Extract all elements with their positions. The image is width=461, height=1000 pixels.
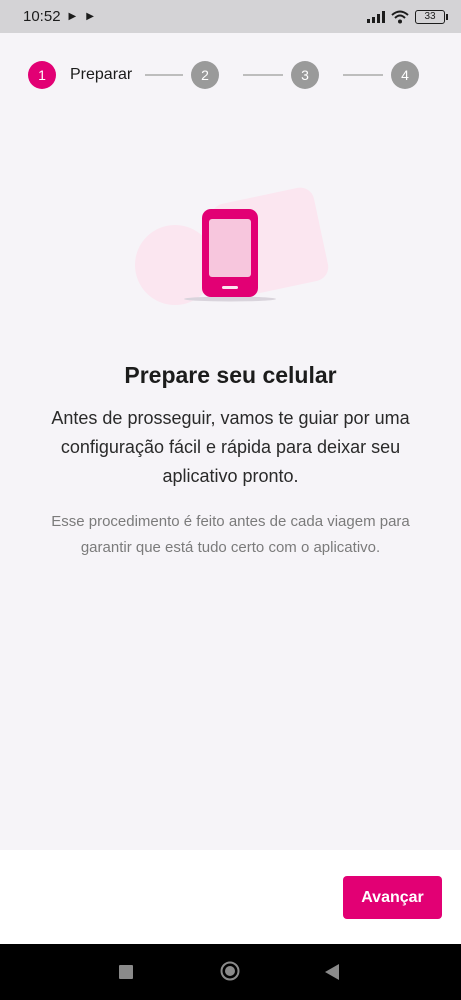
step-3-indicator: 3 <box>291 61 319 89</box>
footer: Avançar <box>0 850 461 944</box>
status-time: 10:52 <box>23 8 61 25</box>
step-1-label: Preparar <box>70 66 133 83</box>
step-4-indicator: 4 <box>391 61 419 89</box>
step-connector <box>343 74 383 76</box>
wifi-icon <box>391 10 409 23</box>
play-icon: ▶ <box>68 11 77 22</box>
system-nav-bar <box>0 944 461 1000</box>
page-title: Prepare seu celular <box>124 362 337 388</box>
description-text: Antes de prosseguir, vamos te guiar por … <box>51 408 410 486</box>
play-icon: ▶ <box>86 11 94 22</box>
step-2-indicator: 2 <box>191 61 219 89</box>
next-button[interactable]: Avançar <box>343 876 442 919</box>
step-1-indicator: 1 <box>28 61 56 89</box>
info-note: Esse procedimento é feito antes de cada … <box>51 513 410 556</box>
status-icons: 33 <box>367 9 448 24</box>
signal-icon <box>367 10 385 23</box>
battery-icon: 33 <box>415 9 448 24</box>
back-icon[interactable] <box>325 964 339 980</box>
step-connector <box>145 74 183 76</box>
status-bar: 10:52 ▶ ▶ 33 <box>0 0 461 33</box>
home-icon[interactable] <box>220 961 240 981</box>
stepper: 1 Preparar 2 3 4 <box>28 61 433 89</box>
step-connector <box>243 74 283 76</box>
phone-illustration <box>135 187 329 305</box>
recents-icon[interactable] <box>119 965 133 979</box>
